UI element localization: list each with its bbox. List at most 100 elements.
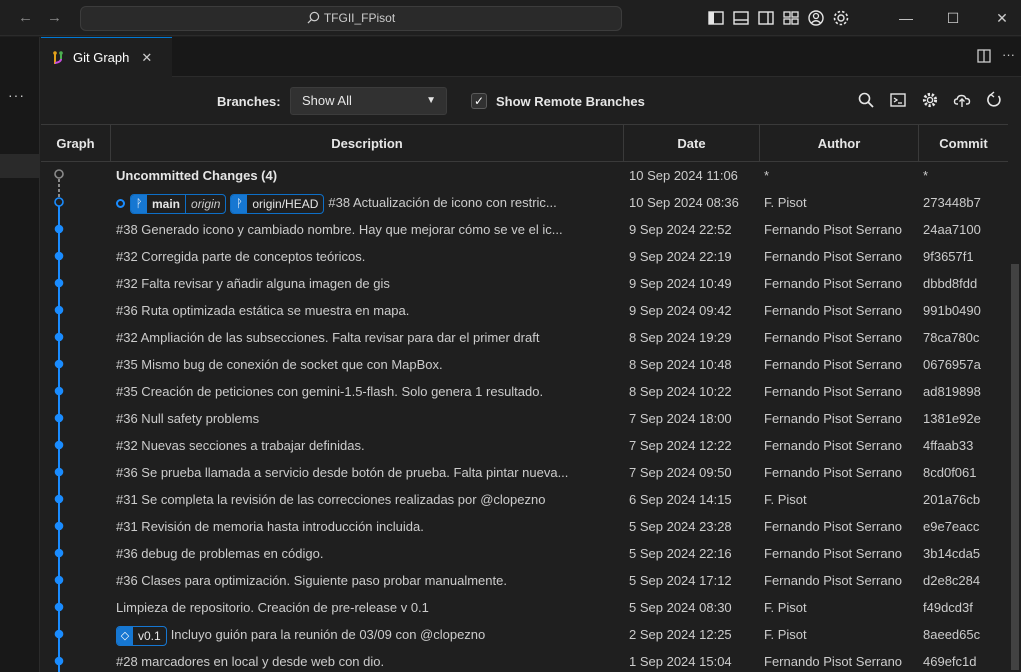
show-remote-branches-label[interactable]: Show Remote Branches: [496, 94, 645, 109]
repo-settings-gear-icon[interactable]: [921, 91, 939, 109]
uncommitted-changes-row[interactable]: Uncommitted Changes (4) 10 Sep 2024 11:06…: [41, 162, 1008, 189]
column-header-graph[interactable]: Graph: [41, 125, 111, 162]
toggle-panel-icon[interactable]: [732, 9, 750, 27]
commit-row[interactable]: #36 Clases para optimización. Siguiente …: [41, 567, 1008, 594]
back-arrow-icon[interactable]: ←: [18, 9, 33, 26]
commit-date: 8 Sep 2024 10:48: [629, 357, 732, 372]
commit-row[interactable]: #32 Nuevas secciones a trabajar definida…: [41, 432, 1008, 459]
refresh-icon[interactable]: [985, 91, 1003, 109]
commit-date: 9 Sep 2024 09:42: [629, 303, 732, 318]
column-header-description[interactable]: Description: [111, 125, 624, 162]
commit-row[interactable]: #32 Falta revisar y añadir alguna imagen…: [41, 270, 1008, 297]
close-window-button[interactable]: ✕: [989, 6, 1015, 30]
commit-row[interactable]: #38 Generado icono y cambiado nombre. Ha…: [41, 216, 1008, 243]
commit-message: #35 Mismo bug de conexión de socket que …: [116, 357, 443, 372]
branches-dropdown[interactable]: Show All ▼: [290, 87, 447, 115]
commit-message: #36 Null safety problems: [116, 411, 260, 426]
commit-row[interactable]: #32 Corregida parte de conceptos teórico…: [41, 243, 1008, 270]
commit-date: 7 Sep 2024 18:00: [629, 411, 732, 426]
tab-close-icon[interactable]: ✕: [141, 50, 152, 66]
scrollbar-thumb[interactable]: [1011, 264, 1019, 670]
forward-arrow-icon[interactable]: →: [47, 9, 62, 26]
commit-author: F. Pisot: [764, 195, 807, 210]
commit-message: #36 debug de problemas en código.: [116, 546, 324, 561]
commit-author: Fernando Pisot Serrano: [764, 384, 903, 399]
commit-message: #36 Ruta optimizada estática se muestra …: [116, 303, 410, 318]
git-graph-icon: [53, 50, 63, 64]
commit-hash: 201a76cb: [923, 492, 981, 507]
commit-date: 7 Sep 2024 12:22: [629, 438, 732, 453]
commit-description: #36 Ruta optimizada estática se muestra …: [116, 297, 624, 324]
column-header-date[interactable]: Date: [624, 125, 760, 162]
vertical-scrollbar[interactable]: [1009, 124, 1021, 672]
commit-description: #32 Corregida parte de conceptos teórico…: [116, 243, 624, 270]
activity-selected-item[interactable]: [0, 154, 40, 178]
editor-tab-bar: Git Graph ✕ ···: [41, 37, 1021, 77]
accounts-icon[interactable]: [807, 9, 825, 27]
commit-row[interactable]: ᚹ main origin ᚹ origin/HEAD #38 Actualización…: [41, 189, 1008, 216]
commit-description: #28 marcadores en local y desde web con …: [116, 648, 624, 672]
column-header-author[interactable]: Author: [760, 125, 919, 162]
commit-author: Fernando Pisot Serrano: [764, 303, 903, 318]
commit-row[interactable]: #35 Creación de peticiones con gemini-1.…: [41, 378, 1008, 405]
editor-more-actions-icon[interactable]: ···: [1002, 48, 1015, 64]
commit-row[interactable]: #31 Revisión de memoria hasta introducci…: [41, 513, 1008, 540]
minimize-button[interactable]: —: [893, 6, 919, 30]
toggle-primary-sidebar-icon[interactable]: [707, 9, 725, 27]
commit-row[interactable]: #31 Se completa la revisión de las corre…: [41, 486, 1008, 513]
tag-name: v0.1: [138, 628, 161, 643]
commit-date: 8 Sep 2024 10:22: [629, 384, 732, 399]
commit-hash: e9e7eacc: [923, 519, 980, 534]
commit-author: Fernando Pisot Serrano: [764, 222, 903, 237]
commit-row[interactable]: #36 Se prueba llamada a servicio desde b…: [41, 459, 1008, 486]
commit-date: 2 Sep 2024 12:25: [629, 627, 732, 642]
branches-dropdown-value: Show All: [302, 93, 352, 108]
commit-row[interactable]: #36 Null safety problems 7 Sep 2024 18:00…: [41, 405, 1008, 432]
tab-git-graph[interactable]: Git Graph ✕: [41, 37, 172, 77]
column-header-commit[interactable]: Commit: [919, 125, 1008, 162]
split-editor-icon[interactable]: [976, 48, 992, 64]
commit-description: #32 Nuevas secciones a trabajar definida…: [116, 432, 624, 459]
show-remote-branches-checkbox[interactable]: ✓: [471, 93, 487, 109]
commit-message: #31 Revisión de memoria hasta introducci…: [116, 519, 424, 534]
commit-row[interactable]: ◇ v0.1 Incluyo guión para la reunión de 03…: [41, 621, 1008, 648]
git-graph-controls: Branches: Show All ▼ ✓ Show Remote Branc…: [41, 78, 1021, 124]
tab-label: Git Graph: [73, 50, 130, 65]
commit-date: 9 Sep 2024 22:52: [629, 222, 732, 237]
commit-message: #28 marcadores en local y desde web con …: [116, 654, 385, 669]
commit-row[interactable]: Limpieza de repositorio. Creación de pre…: [41, 594, 1008, 621]
branch-name: main: [152, 196, 181, 211]
commit-hash: 9f3657f1: [923, 249, 974, 264]
commit-hash: 4ffaab33: [923, 438, 974, 453]
branch-ref-main[interactable]: ᚹ main origin: [130, 193, 227, 214]
commit-row[interactable]: #35 Mismo bug de conexión de socket que …: [41, 351, 1008, 378]
commit-row[interactable]: #28 marcadores en local y desde web con …: [41, 648, 1008, 672]
commit-row[interactable]: #36 Ruta optimizada estática se muestra …: [41, 297, 1008, 324]
commit-message: Incluyo guión para la reunión de 03/09 c…: [170, 627, 486, 642]
command-center-search[interactable]: TFGII_FPisot: [80, 6, 622, 31]
terminal-icon[interactable]: [889, 91, 907, 109]
commit-description: ᚹ main origin ᚹ origin/HEAD #38 Actualización…: [116, 189, 624, 216]
branch-ref-origin-head[interactable]: ᚹ origin/HEAD: [230, 193, 325, 214]
commit-author: Fernando Pisot Serrano: [764, 276, 903, 291]
fetch-cloud-icon[interactable]: [953, 91, 971, 109]
maximize-button[interactable]: ☐: [940, 6, 966, 30]
commit-row[interactable]: #36 debug de problemas en código. 5 Sep 2…: [41, 540, 1008, 567]
customize-layout-icon[interactable]: [782, 9, 800, 27]
commit-author: Fernando Pisot Serrano: [764, 330, 903, 345]
tag-ref[interactable]: ◇ v0.1: [116, 625, 167, 646]
commit-row[interactable]: #32 Ampliación de las subsecciones. Falt…: [41, 324, 1008, 351]
toggle-secondary-sidebar-icon[interactable]: [757, 9, 775, 27]
more-actions-icon[interactable]: ···: [8, 87, 25, 103]
commit-date: 10 Sep 2024 08:36: [629, 195, 739, 210]
commit-message: Limpieza de repositorio. Creación de pre…: [116, 600, 429, 615]
commit-message: #36 Clases para optimización. Siguiente …: [116, 573, 507, 588]
find-search-icon[interactable]: [857, 91, 875, 109]
commit-message: #32 Falta revisar y añadir alguna imagen…: [116, 276, 390, 291]
commit-hash: 8aeed65c: [923, 627, 981, 642]
commit-description: #31 Se completa la revisión de las corre…: [116, 486, 624, 513]
commit-date: 9 Sep 2024 10:49: [629, 276, 732, 291]
commit-hash: 0676957a: [923, 357, 981, 372]
settings-gear-icon[interactable]: [832, 9, 850, 27]
commit-description: #32 Falta revisar y añadir alguna imagen…: [116, 270, 624, 297]
